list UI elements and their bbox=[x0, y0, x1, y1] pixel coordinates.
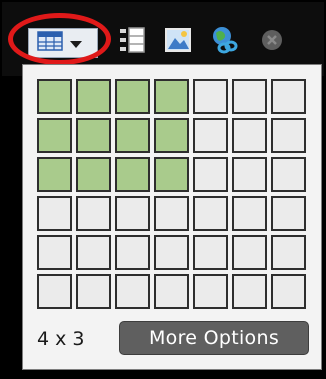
grid-cell[interactable] bbox=[193, 196, 228, 231]
insert-table-button[interactable] bbox=[28, 28, 98, 58]
grid-cell[interactable] bbox=[37, 157, 72, 192]
grid-cell[interactable] bbox=[115, 157, 150, 192]
layout-button[interactable] bbox=[114, 24, 150, 60]
layout-icon bbox=[118, 26, 146, 58]
grid-cell[interactable] bbox=[115, 274, 150, 309]
grid-cell[interactable] bbox=[193, 235, 228, 270]
grid-cell[interactable] bbox=[76, 196, 111, 231]
grid-cell[interactable] bbox=[154, 235, 189, 270]
remove-link-button[interactable] bbox=[254, 24, 290, 60]
grid-cell[interactable] bbox=[76, 274, 111, 309]
grid-cell[interactable] bbox=[271, 157, 306, 192]
grid-cell[interactable] bbox=[232, 118, 267, 153]
grid-cell[interactable] bbox=[154, 274, 189, 309]
table-icon bbox=[37, 31, 63, 55]
grid-cell[interactable] bbox=[193, 157, 228, 192]
grid-cell[interactable] bbox=[271, 274, 306, 309]
grid-cell[interactable] bbox=[115, 235, 150, 270]
table-size-picker: 4 x 3 More Options bbox=[22, 64, 322, 370]
more-options-button[interactable]: More Options bbox=[119, 321, 309, 355]
grid-cell[interactable] bbox=[37, 235, 72, 270]
grid-cell[interactable] bbox=[232, 157, 267, 192]
chevron-down-icon[interactable] bbox=[69, 34, 83, 53]
grid-cell[interactable] bbox=[271, 235, 306, 270]
table-size-label: 4 x 3 bbox=[37, 328, 85, 350]
grid-cell[interactable] bbox=[76, 157, 111, 192]
grid-cell[interactable] bbox=[232, 235, 267, 270]
image-button[interactable] bbox=[160, 24, 196, 60]
grid-cell[interactable] bbox=[193, 79, 228, 114]
grid-cell[interactable] bbox=[154, 157, 189, 192]
grid-cell[interactable] bbox=[37, 118, 72, 153]
close-icon bbox=[260, 28, 284, 56]
grid-cell[interactable] bbox=[37, 79, 72, 114]
grid-cell[interactable] bbox=[154, 196, 189, 231]
grid-cell[interactable] bbox=[193, 118, 228, 153]
grid-cell[interactable] bbox=[76, 235, 111, 270]
grid-cell[interactable] bbox=[76, 79, 111, 114]
table-grid[interactable] bbox=[37, 79, 306, 309]
grid-cell[interactable] bbox=[232, 196, 267, 231]
grid-cell[interactable] bbox=[154, 79, 189, 114]
grid-cell[interactable] bbox=[37, 274, 72, 309]
grid-cell[interactable] bbox=[232, 79, 267, 114]
grid-cell[interactable] bbox=[37, 196, 72, 231]
grid-cell[interactable] bbox=[76, 118, 111, 153]
grid-cell[interactable] bbox=[193, 274, 228, 309]
grid-cell[interactable] bbox=[115, 79, 150, 114]
grid-cell[interactable] bbox=[154, 118, 189, 153]
hyperlink-button[interactable] bbox=[206, 24, 242, 60]
link-icon bbox=[209, 25, 239, 59]
grid-cell[interactable] bbox=[115, 196, 150, 231]
grid-cell[interactable] bbox=[271, 118, 306, 153]
grid-cell[interactable] bbox=[232, 274, 267, 309]
grid-cell[interactable] bbox=[271, 196, 306, 231]
grid-cell[interactable] bbox=[115, 118, 150, 153]
grid-cell[interactable] bbox=[271, 79, 306, 114]
image-icon bbox=[164, 26, 192, 58]
